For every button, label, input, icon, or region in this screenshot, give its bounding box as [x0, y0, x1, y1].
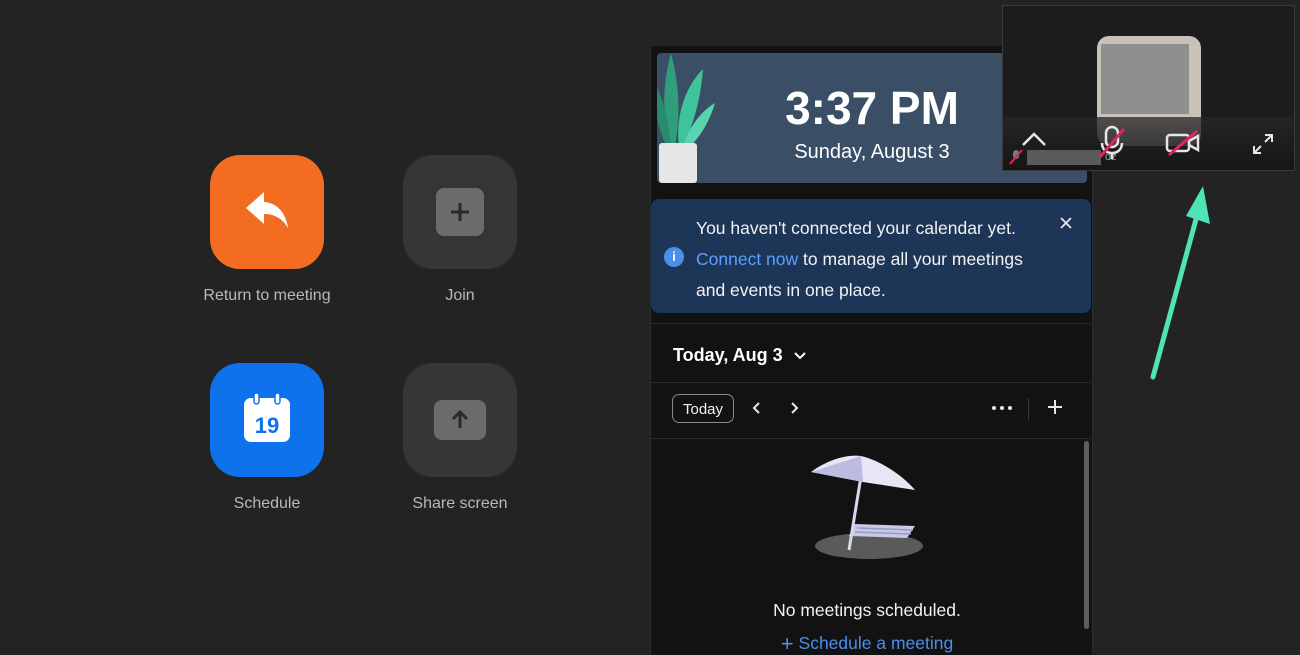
info-icon: i	[664, 247, 684, 267]
add-meeting-icon[interactable]	[1047, 398, 1063, 421]
calendar-notice-text: You haven't connected your calendar yet.…	[696, 213, 1036, 306]
calendar-date-text: Today, Aug 3	[673, 345, 783, 365]
calendar-date-header[interactable]: Today, Aug 3	[651, 323, 1091, 383]
calendar-notice: i You haven't connected your calendar ye…	[651, 199, 1091, 313]
expand-icon[interactable]	[1252, 133, 1274, 160]
schedule-label: Schedule	[233, 495, 301, 512]
panel-scrollbar[interactable]	[1084, 441, 1089, 629]
beach-umbrella-illustration-icon	[811, 455, 923, 559]
mute-mic-icon[interactable]	[1097, 125, 1127, 166]
schedule-meeting-text: Schedule a meeting	[798, 633, 954, 653]
join-button[interactable]	[403, 155, 517, 269]
connect-now-link[interactable]: Connect now	[696, 249, 798, 269]
video-controls-bar: dz	[1003, 117, 1294, 170]
chevron-down-icon	[793, 352, 806, 360]
participant-name-redacted	[1027, 150, 1101, 165]
blurred-face	[1101, 44, 1189, 114]
muted-mic-small-icon	[1009, 149, 1023, 170]
more-options-icon[interactable]	[991, 398, 1013, 421]
schedule-meeting-link[interactable]: + Schedule a meeting	[651, 631, 1083, 655]
return-to-meeting-button[interactable]	[210, 155, 324, 269]
stop-video-icon[interactable]	[1165, 129, 1201, 162]
close-icon[interactable]	[1059, 213, 1073, 236]
upload-arrow-icon	[434, 400, 486, 440]
return-to-meeting-label: Return to meeting	[203, 287, 331, 304]
floating-video-window[interactable]: dz	[1002, 5, 1295, 171]
annotation-arrow-icon	[1150, 186, 1210, 380]
share-screen-button[interactable]	[403, 363, 517, 477]
schedule-button[interactable]: 19	[210, 363, 324, 477]
chevron-up-icon[interactable]	[1021, 131, 1047, 152]
chevron-left-icon[interactable]	[752, 398, 762, 421]
calendar-toolbar: Today	[651, 382, 1091, 439]
calendar-icon: 19	[242, 391, 292, 449]
no-meetings-text: No meetings scheduled.	[773, 600, 961, 620]
calendar-day-number: 19	[255, 413, 279, 438]
plus-icon	[436, 188, 484, 236]
share-screen-label: Share screen	[412, 495, 508, 512]
return-arrow-icon	[242, 188, 292, 237]
calendar-date-title: Today, Aug 3	[673, 345, 806, 366]
chevron-right-icon[interactable]	[789, 398, 799, 421]
join-label: Join	[445, 287, 475, 304]
toolbar-divider	[1028, 398, 1029, 420]
notice-text-before: You haven't connected your calendar yet.	[696, 218, 1016, 238]
plus-small-icon: +	[780, 631, 794, 655]
today-button[interactable]: Today	[672, 394, 734, 423]
